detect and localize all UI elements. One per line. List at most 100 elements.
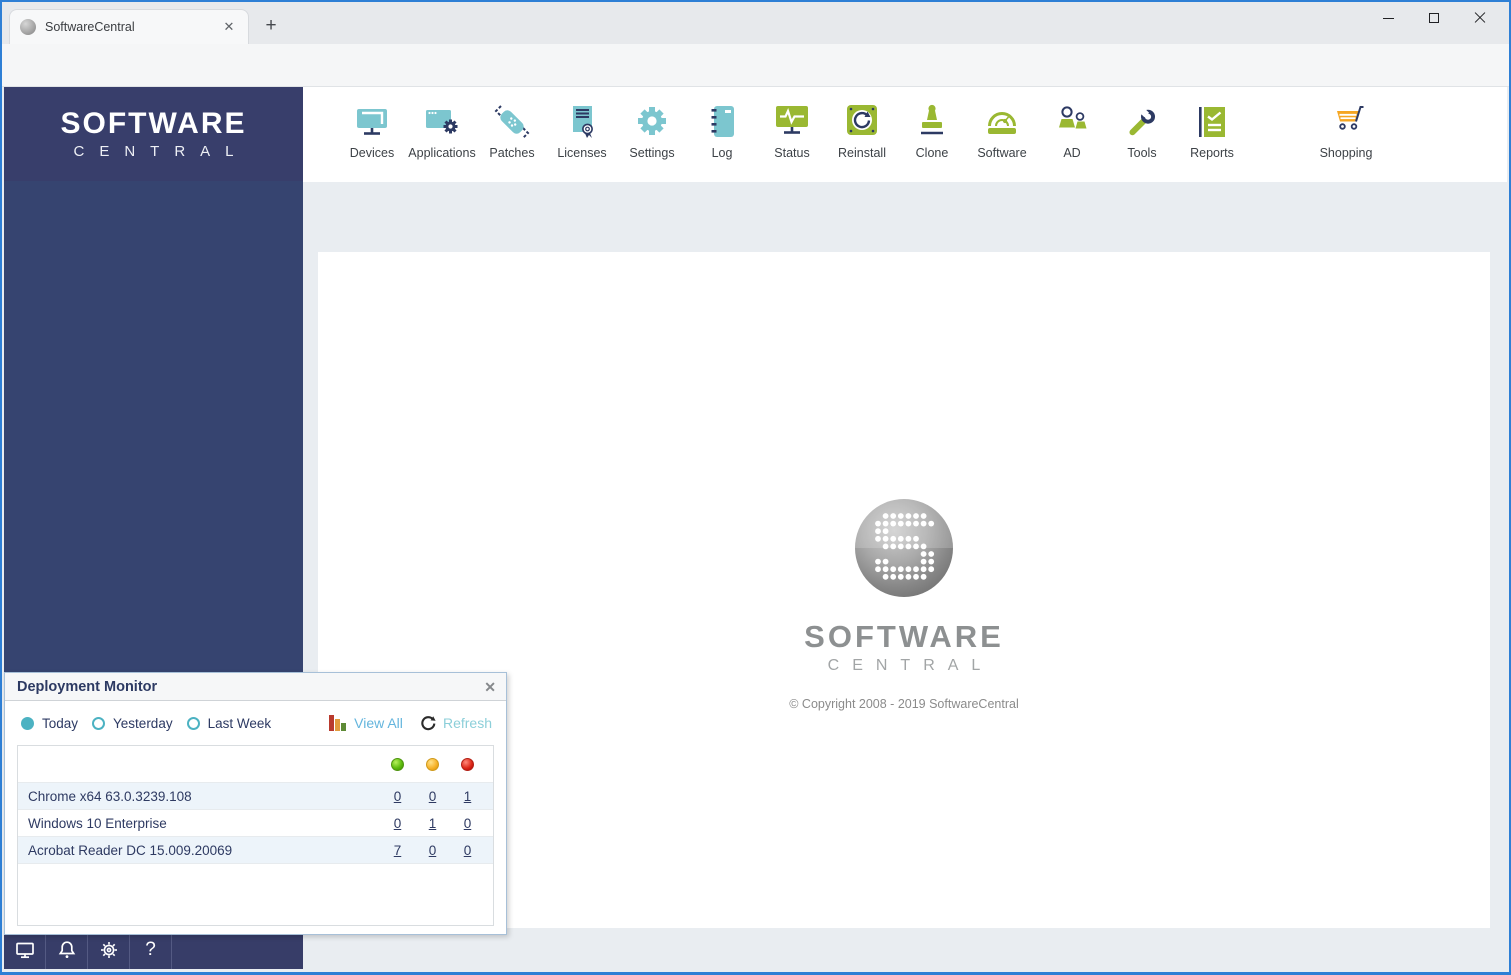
software-icon (982, 100, 1022, 144)
deployment-monitor-controls: Today Yesterday Last Week View All Refre… (5, 701, 506, 745)
nav-item-devices[interactable]: Devices (337, 87, 407, 182)
radio-icon (92, 717, 105, 730)
view-all-label: View All (354, 715, 403, 731)
filter-label: Today (42, 716, 78, 731)
sidebar-bar-filler (172, 930, 303, 969)
deployment-monitor-panel: Deployment Monitor ✕ Today Yesterday Las… (4, 672, 507, 935)
deployment-monitor-titlebar[interactable]: Deployment Monitor ✕ (5, 673, 506, 701)
count-yellow-link[interactable]: 1 (429, 816, 437, 831)
count-green-link[interactable]: 0 (394, 789, 402, 804)
nav-item-licenses[interactable]: Licenses (547, 87, 617, 182)
minimize-icon (1383, 18, 1394, 19)
refresh-icon (420, 715, 437, 732)
nav-item-tools[interactable]: Tools (1107, 87, 1177, 182)
nav-label: Patches (489, 146, 534, 160)
monitor-icon (14, 939, 36, 961)
deployment-table: Chrome x64 63.0.3239.108 0 0 1 Windows 1… (17, 745, 494, 926)
nav-item-reinstall[interactable]: Reinstall (827, 87, 897, 182)
table-row: Acrobat Reader DC 15.009.20069 7 0 0 (18, 837, 493, 864)
nav-item-software[interactable]: Software (967, 87, 1037, 182)
deployment-monitor-title: Deployment Monitor (17, 679, 484, 695)
patches-icon (492, 100, 532, 144)
tab-title: SoftwareCentral (45, 20, 220, 34)
settings-shortcut-button[interactable] (88, 930, 130, 969)
nav-item-settings[interactable]: Settings (617, 87, 687, 182)
nav-item-clone[interactable]: Clone (897, 87, 967, 182)
top-navigation: Devices Applications Patches (303, 87, 1507, 182)
radio-icon (21, 717, 34, 730)
panel-close-icon[interactable]: ✕ (484, 680, 496, 694)
status-red-icon (461, 758, 474, 771)
device-shortcut-button[interactable] (4, 930, 46, 969)
shopping-icon (1326, 100, 1366, 144)
nav-item-patches[interactable]: Patches (477, 87, 547, 182)
count-green-link[interactable]: 7 (394, 843, 402, 858)
applications-icon (422, 100, 462, 144)
filter-yesterday[interactable]: Yesterday (92, 716, 173, 731)
sidebar-logo-line2: CENTRAL (73, 143, 248, 160)
softwarecentral-logo (854, 498, 954, 603)
devices-icon (352, 100, 392, 144)
tab-close-icon[interactable]: ✕ (220, 18, 238, 36)
filter-label: Yesterday (113, 716, 173, 731)
logo-sphere-icon (854, 498, 954, 598)
filter-label: Last Week (208, 716, 272, 731)
nav-label: Reinstall (838, 146, 886, 160)
count-yellow-link[interactable]: 0 (429, 843, 437, 858)
reports-icon (1192, 100, 1232, 144)
reinstall-icon (842, 100, 882, 144)
view-all-button[interactable]: View All (329, 715, 403, 731)
nav-label: Tools (1127, 146, 1156, 160)
gear-icon (98, 939, 120, 961)
nav-item-status[interactable]: Status (757, 87, 827, 182)
nav-item-reports[interactable]: Reports (1177, 87, 1247, 182)
close-button[interactable] (1457, 2, 1503, 34)
maximize-icon (1429, 13, 1439, 23)
new-tab-button[interactable]: + (258, 14, 284, 40)
nav-label: Applications (408, 146, 475, 160)
filter-last-week[interactable]: Last Week (187, 716, 272, 731)
nav-label: AD (1063, 146, 1080, 160)
deployment-name: Chrome x64 63.0.3239.108 (28, 789, 380, 804)
nav-label: Settings (629, 146, 674, 160)
close-icon (1474, 12, 1486, 24)
softwarecentral-app: SOFTWARE CENTRAL ? (4, 87, 1507, 969)
deployment-name: Acrobat Reader DC 15.009.20069 (28, 843, 380, 858)
browser-tab[interactable]: SoftwareCentral ✕ (9, 9, 249, 44)
count-yellow-link[interactable]: 0 (429, 789, 437, 804)
table-row: Chrome x64 63.0.3239.108 0 0 1 (18, 783, 493, 810)
help-button[interactable]: ? (130, 930, 172, 969)
nav-label: Clone (916, 146, 949, 160)
browser-window: SoftwareCentral ✕ + ← → ⟳ i Not secure s… (0, 0, 1511, 975)
nav-item-applications[interactable]: Applications (407, 87, 477, 182)
filter-today[interactable]: Today (21, 716, 78, 731)
logo-wordmark-line1: SOFTWARE (804, 619, 1004, 655)
nav-item-log[interactable]: Log (687, 87, 757, 182)
window-controls (1365, 2, 1503, 34)
nav-label: Devices (350, 146, 394, 160)
nav-item-ad[interactable]: AD (1037, 87, 1107, 182)
maximize-button[interactable] (1411, 2, 1457, 34)
deployment-name: Windows 10 Enterprise (28, 816, 380, 831)
radio-icon (187, 717, 200, 730)
nav-item-shopping[interactable]: Shopping (1311, 87, 1381, 182)
nav-label: Status (774, 146, 809, 160)
count-red-link[interactable]: 1 (464, 789, 472, 804)
nav-label: Licenses (557, 146, 606, 160)
notifications-button[interactable] (46, 930, 88, 969)
minimize-button[interactable] (1365, 2, 1411, 34)
table-row: Windows 10 Enterprise 0 1 0 (18, 810, 493, 837)
browser-toolbar: ← → ⟳ i Not secure softwarecentral/Softw… (2, 44, 1509, 87)
nav-label: Shopping (1320, 146, 1373, 160)
nav-label: Software (977, 146, 1026, 160)
logo-wordmark: SOFTWARE CENTRAL (804, 603, 1004, 675)
count-green-link[interactable]: 0 (394, 816, 402, 831)
refresh-button[interactable]: Refresh (420, 715, 492, 732)
licenses-icon (562, 100, 602, 144)
nav-label: Log (712, 146, 733, 160)
count-red-link[interactable]: 0 (464, 816, 472, 831)
copyright-text: © Copyright 2008 - 2019 SoftwareCentral (789, 697, 1018, 711)
deployment-table-header (18, 746, 493, 783)
tab-strip: SoftwareCentral ✕ + (2, 2, 1509, 44)
count-red-link[interactable]: 0 (464, 843, 472, 858)
